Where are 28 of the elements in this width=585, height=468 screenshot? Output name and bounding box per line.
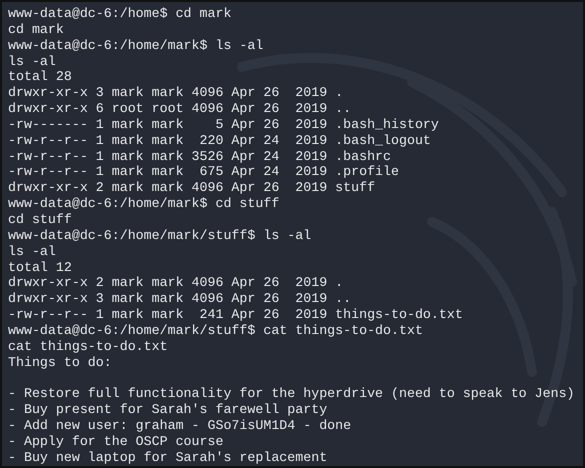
terminal-line: www-data@dc-6:/home/mark$ cd stuff (8, 196, 280, 212)
terminal-line: www-data@dc-6:/home/mark/stuff$ ls -al (8, 228, 312, 244)
terminal-line: drwxr-xr-x 2 mark mark 4096 Apr 26 2019 . (8, 275, 344, 292)
terminal-line: cd mark (8, 22, 64, 38)
terminal-line: - Buy new laptop for Sarah's replacement (8, 450, 328, 466)
terminal-line: - Buy present for Sarah's farewell party (8, 402, 328, 418)
terminal-line: drwxr-xr-x 3 mark mark 4096 Apr 26 2019 .. (8, 291, 352, 308)
terminal-line: cd stuff (8, 212, 72, 228)
terminal-line: - Apply for the OSCP course (8, 434, 224, 450)
terminal-line: ls -al (8, 244, 56, 260)
terminal-line: - Restore full functionality for the hyperdrive (need to speak to Jens) (8, 386, 575, 402)
terminal-line: -rw-r--r-- 1 mark mark 220 Apr 24 2019 .bash_logout (8, 132, 431, 149)
terminal-line: - Add new user: graham - GSo7isUM1D4 - done (8, 418, 352, 434)
terminal-line: Things to do: (8, 354, 112, 370)
terminal-line: www-data@dc-6:/home$ cd mark (8, 6, 232, 22)
terminal-line: total 28 (8, 69, 72, 86)
terminal-line: cat things-to-do.txt (8, 338, 168, 355)
terminal-line: drwxr-xr-x 3 mark mark 4096 Apr 26 2019 . (8, 85, 344, 102)
terminal-line: www-data@dc-6:/home/mark/stuff$ cat things-to-do.txt (8, 322, 423, 339)
terminal-line: drwxr-xr-x 2 mark mark 4096 Apr 26 2019 stuff (8, 180, 376, 196)
terminal-line: total 12 (8, 260, 72, 276)
terminal-line: -rw-r--r-- 1 mark mark 3526 Apr 24 2019 .bashrc (8, 148, 392, 164)
terminal-line: -rw-r--r-- 1 mark mark 675 Apr 24 2019 .profile (8, 164, 399, 180)
terminal-line: ls -al (8, 54, 56, 70)
terminal-line: -rw------- 1 mark mark 5 Apr 26 2019 .bash_history (8, 116, 439, 133)
terminal-line: -rw-r--r-- 1 mark mark 241 Apr 26 2019 things-to-do.txt (8, 307, 463, 323)
terminal-line: www-data@dc-6:/home/mark$ ls -al (8, 38, 264, 54)
terminal-line: drwxr-xr-x 6 root root 4096 Apr 26 2019 .. (8, 101, 352, 117)
